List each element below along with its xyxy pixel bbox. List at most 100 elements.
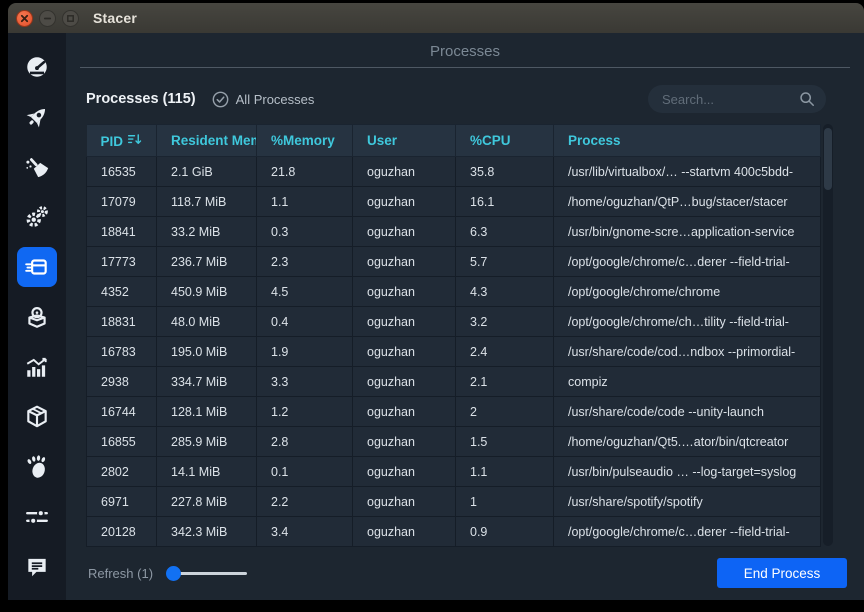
sidebar-item-system-cleaner[interactable] bbox=[17, 147, 57, 187]
cell-resident_mem: 118.7 MiB bbox=[157, 187, 257, 217]
table-row[interactable]: 16744128.1 MiB1.2oguzhan2/usr/share/code… bbox=[87, 397, 821, 427]
minimize-button[interactable] bbox=[39, 10, 56, 27]
cell-pid: 17079 bbox=[87, 187, 157, 217]
table-row[interactable]: 1883148.0 MiB0.4oguzhan3.2/opt/google/ch… bbox=[87, 307, 821, 337]
cell-cpu_percent: 16.1 bbox=[456, 187, 554, 217]
cell-user: oguzhan bbox=[353, 217, 456, 247]
cell-pid: 2938 bbox=[87, 367, 157, 397]
sidebar bbox=[8, 33, 66, 600]
cell-process: /usr/bin/gnome-scre…application-service bbox=[554, 217, 821, 247]
cell-memory_percent: 0.3 bbox=[257, 217, 353, 247]
search-icon bbox=[799, 91, 815, 107]
table-header-row: PID Resident Mem %Memory Use bbox=[87, 125, 821, 157]
cell-user: oguzhan bbox=[353, 247, 456, 277]
cell-process: /home/oguzhan/QtP…bug/stacer/stacer bbox=[554, 187, 821, 217]
table-row[interactable]: 2938334.7 MiB3.3oguzhan2.1compiz bbox=[87, 367, 821, 397]
table-scrollbar[interactable] bbox=[823, 124, 833, 546]
cell-cpu_percent: 1 bbox=[456, 487, 554, 517]
table-row[interactable]: 280214.1 MiB0.1oguzhan1.1/usr/bin/pulsea… bbox=[87, 457, 821, 487]
table-row[interactable]: 16783195.0 MiB1.9oguzhan2.4/usr/share/co… bbox=[87, 337, 821, 367]
cell-memory_percent: 3.3 bbox=[257, 367, 353, 397]
sidebar-item-settings[interactable] bbox=[17, 497, 57, 537]
maximize-button[interactable] bbox=[62, 10, 79, 27]
table-row[interactable]: 6971227.8 MiB2.2oguzhan1/usr/share/spoti… bbox=[87, 487, 821, 517]
end-process-button[interactable]: End Process bbox=[717, 558, 847, 588]
cell-process: /opt/google/chrome/ch…tility --field-tri… bbox=[554, 307, 821, 337]
cell-process: /usr/lib/virtualbox/… --startvm 400c5bdd… bbox=[554, 157, 821, 187]
screen: Stacer bbox=[0, 0, 864, 612]
cell-pid: 6971 bbox=[87, 487, 157, 517]
table-row[interactable]: 4352450.9 MiB4.5oguzhan4.3/opt/google/ch… bbox=[87, 277, 821, 307]
cell-cpu_percent: 0.9 bbox=[456, 517, 554, 547]
table-row[interactable]: 1884133.2 MiB0.3oguzhan6.3/usr/bin/gnome… bbox=[87, 217, 821, 247]
gauge-icon bbox=[24, 54, 50, 80]
table-row[interactable]: 20128342.3 MiB3.4oguzhan0.9/opt/google/c… bbox=[87, 517, 821, 547]
toolbar: Processes (115) All Processes bbox=[80, 84, 850, 114]
column-header-memory-percent[interactable]: %Memory bbox=[257, 125, 353, 157]
cell-resident_mem: 2.1 GiB bbox=[157, 157, 257, 187]
cell-user: oguzhan bbox=[353, 517, 456, 547]
sidebar-item-startup-apps[interactable] bbox=[17, 97, 57, 137]
cell-process: /home/oguzhan/Qt5.…ator/bin/qtcreator bbox=[554, 427, 821, 457]
scrollbar-thumb[interactable] bbox=[824, 128, 832, 190]
close-button[interactable] bbox=[16, 10, 33, 27]
cell-pid: 16744 bbox=[87, 397, 157, 427]
cell-cpu_percent: 35.8 bbox=[456, 157, 554, 187]
process-table-wrap: PID Resident Mem %Memory Use bbox=[86, 124, 850, 547]
sidebar-item-services[interactable] bbox=[17, 197, 57, 237]
cell-memory_percent: 2.8 bbox=[257, 427, 353, 457]
sidebar-item-uninstaller[interactable] bbox=[17, 297, 57, 337]
process-window-icon bbox=[24, 254, 50, 280]
cell-cpu_percent: 3.2 bbox=[456, 307, 554, 337]
cell-user: oguzhan bbox=[353, 457, 456, 487]
cell-cpu_percent: 2.1 bbox=[456, 367, 554, 397]
sidebar-item-feedback[interactable] bbox=[17, 547, 57, 587]
cell-resident_mem: 33.2 MiB bbox=[157, 217, 257, 247]
sidebar-item-resources[interactable] bbox=[17, 347, 57, 387]
sliders-icon bbox=[24, 504, 50, 530]
sidebar-item-gnome-settings[interactable] bbox=[17, 447, 57, 487]
column-header-user[interactable]: User bbox=[353, 125, 456, 157]
column-header-process[interactable]: Process bbox=[554, 125, 821, 157]
column-header-resident-mem[interactable]: Resident Mem bbox=[157, 125, 257, 157]
column-header-cpu-percent[interactable]: %CPU bbox=[456, 125, 554, 157]
cell-pid: 16783 bbox=[87, 337, 157, 367]
all-processes-label: All Processes bbox=[236, 92, 315, 107]
gears-icon bbox=[24, 204, 50, 230]
column-header-pid[interactable]: PID bbox=[87, 125, 157, 157]
bar-chart-icon bbox=[24, 354, 50, 380]
cell-memory_percent: 21.8 bbox=[257, 157, 353, 187]
cell-resident_mem: 227.8 MiB bbox=[157, 487, 257, 517]
main-content: Processes Processes (115) All Processes bbox=[66, 33, 864, 600]
sidebar-item-package-manager[interactable] bbox=[17, 397, 57, 437]
minimize-icon bbox=[43, 14, 52, 23]
refresh-slider[interactable] bbox=[167, 572, 247, 575]
cell-resident_mem: 334.7 MiB bbox=[157, 367, 257, 397]
cell-memory_percent: 0.1 bbox=[257, 457, 353, 487]
table-row[interactable]: 17773236.7 MiB2.3oguzhan5.7/opt/google/c… bbox=[87, 247, 821, 277]
cell-pid: 16855 bbox=[87, 427, 157, 457]
cell-process: /opt/google/chrome/chrome bbox=[554, 277, 821, 307]
cell-resident_mem: 128.1 MiB bbox=[157, 397, 257, 427]
table-row[interactable]: 165352.1 GiB21.8oguzhan35.8/usr/lib/virt… bbox=[87, 157, 821, 187]
cell-user: oguzhan bbox=[353, 187, 456, 217]
cell-cpu_percent: 5.7 bbox=[456, 247, 554, 277]
table-row[interactable]: 17079118.7 MiB1.1oguzhan16.1/home/oguzha… bbox=[87, 187, 821, 217]
cell-pid: 16535 bbox=[87, 157, 157, 187]
refresh-label: Refresh (1) bbox=[88, 566, 153, 581]
cell-cpu_percent: 1.1 bbox=[456, 457, 554, 487]
cell-resident_mem: 14.1 MiB bbox=[157, 457, 257, 487]
sidebar-item-processes[interactable] bbox=[17, 247, 57, 287]
cell-resident_mem: 48.0 MiB bbox=[157, 307, 257, 337]
cell-process: /usr/bin/pulseaudio … --log-target=syslo… bbox=[554, 457, 821, 487]
table-row[interactable]: 16855285.9 MiB2.8oguzhan1.5/home/oguzhan… bbox=[87, 427, 821, 457]
cell-process: compiz bbox=[554, 367, 821, 397]
cell-resident_mem: 195.0 MiB bbox=[157, 337, 257, 367]
page-title: Processes bbox=[80, 43, 850, 60]
sidebar-item-dashboard[interactable] bbox=[17, 47, 57, 87]
gnome-foot-icon bbox=[24, 454, 50, 480]
all-processes-checkbox[interactable]: All Processes bbox=[212, 91, 315, 108]
slider-handle[interactable] bbox=[166, 566, 181, 581]
checked-circle-icon bbox=[212, 91, 229, 108]
cell-resident_mem: 342.3 MiB bbox=[157, 517, 257, 547]
